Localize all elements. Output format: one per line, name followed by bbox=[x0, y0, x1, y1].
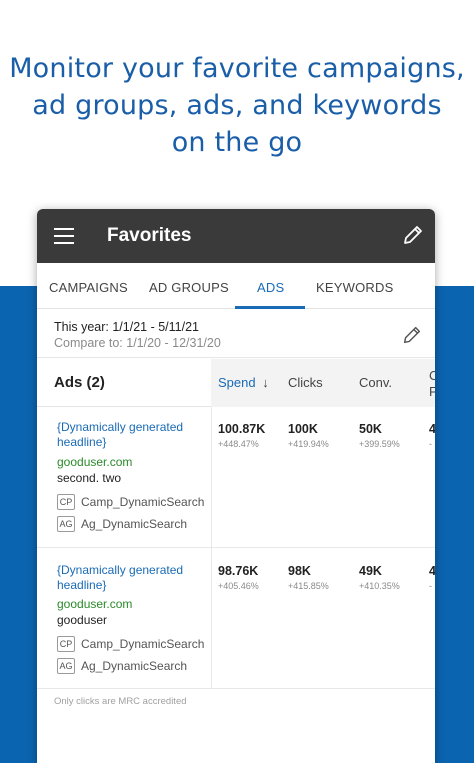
promo-line-1: Monitor your favorite campaigns, bbox=[9, 53, 465, 84]
date-range-this-year: This year: 1/1/21 - 5/11/21 bbox=[54, 320, 199, 334]
spend-value: 100.87K bbox=[218, 422, 266, 436]
column-header-conv[interactable]: Conv. bbox=[359, 375, 392, 390]
ad-description: gooduser bbox=[57, 613, 108, 627]
adgroup-tag: AG Ag_DynamicSearch bbox=[57, 516, 187, 532]
page-title: Favorites bbox=[107, 225, 192, 246]
promo-headline: Monitor your favorite campaigns, ad grou… bbox=[0, 50, 474, 161]
tab-keywords[interactable]: KEYWORDS bbox=[316, 280, 393, 295]
table-row[interactable]: {Dynamically generated headline} gooduse… bbox=[37, 548, 435, 689]
campaign-tag: CP Camp_DynamicSearch bbox=[57, 636, 204, 652]
tab-campaigns[interactable]: CAMPAIGNS bbox=[49, 280, 128, 295]
promo-line-3: on the go bbox=[171, 127, 303, 158]
clicks-value: 100K bbox=[288, 422, 318, 436]
ad-description: second. two bbox=[57, 471, 122, 485]
spend-delta: +405.46% bbox=[218, 581, 259, 591]
conv-value: 50K bbox=[359, 422, 382, 436]
spend-value: 98.76K bbox=[218, 564, 259, 578]
column-header-clicks[interactable]: Clicks bbox=[288, 375, 323, 390]
truncated-value: 4 bbox=[429, 422, 435, 436]
column-label-spend: Spend bbox=[218, 375, 256, 390]
spend-delta: +448.47% bbox=[218, 439, 259, 449]
campaign-badge-icon: CP bbox=[57, 494, 75, 510]
clicks-delta: +419.94% bbox=[288, 439, 329, 449]
adgroup-name: Ag_DynamicSearch bbox=[81, 659, 188, 673]
app-bar: Favorites bbox=[37, 209, 435, 263]
campaign-name: Camp_DynamicSearch bbox=[81, 495, 205, 509]
tab-bar: CAMPAIGNS AD GROUPS ADS KEYWORDS bbox=[37, 263, 435, 309]
tab-ads[interactable]: ADS bbox=[257, 280, 284, 295]
conv-delta: +410.35% bbox=[359, 581, 400, 591]
pencil-icon[interactable] bbox=[401, 324, 423, 346]
campaign-badge-icon: CP bbox=[57, 636, 75, 652]
campaign-name: Camp_DynamicSearch bbox=[81, 637, 205, 651]
campaign-tag: CP Camp_DynamicSearch bbox=[57, 494, 204, 510]
column-header-truncated-2: F bbox=[429, 384, 435, 399]
hamburger-menu-icon[interactable] bbox=[54, 228, 74, 244]
conv-delta: +399.59% bbox=[359, 439, 400, 449]
date-range-compare: Compare to: 1/1/20 - 12/31/20 bbox=[54, 336, 221, 350]
row-divider bbox=[211, 407, 212, 547]
column-header-truncated[interactable]: C bbox=[429, 368, 435, 383]
ad-display-url: gooduser.com bbox=[57, 597, 133, 611]
app-screen: Favorites CAMPAIGNS AD GROUPS ADS KEYWOR… bbox=[37, 209, 435, 763]
ad-display-url: gooduser.com bbox=[57, 455, 133, 469]
tab-ad-groups[interactable]: AD GROUPS bbox=[149, 280, 229, 295]
pencil-icon[interactable] bbox=[401, 223, 425, 247]
table-title: Ads (2) bbox=[54, 374, 105, 391]
adgroup-badge-icon: AG bbox=[57, 516, 75, 532]
sort-down-arrow-icon: ↓ bbox=[262, 375, 269, 390]
table-header-left: Ads (2) bbox=[37, 359, 211, 407]
date-range-bar[interactable]: This year: 1/1/21 - 5/11/21 Compare to: … bbox=[37, 310, 435, 358]
ad-headline-line-2: headline} bbox=[57, 435, 107, 449]
promo-line-2: ad groups, ads, and keywords bbox=[32, 90, 442, 121]
ad-headline[interactable]: {Dynamically generated headline} bbox=[57, 563, 207, 593]
table-row[interactable]: {Dynamically generated headline} gooduse… bbox=[37, 407, 435, 548]
adgroup-badge-icon: AG bbox=[57, 658, 75, 674]
truncated-delta: - bbox=[429, 581, 432, 591]
adgroup-tag: AG Ag_DynamicSearch bbox=[57, 658, 187, 674]
column-header-spend[interactable]: Spend ↓ bbox=[218, 375, 269, 390]
truncated-value: 4 bbox=[429, 564, 435, 578]
ad-headline-line-2: headline} bbox=[57, 578, 107, 592]
clicks-value: 98K bbox=[288, 564, 311, 578]
active-tab-indicator bbox=[235, 306, 305, 309]
adgroup-name: Ag_DynamicSearch bbox=[81, 517, 188, 531]
ad-headline-line-1: {Dynamically generated bbox=[57, 563, 184, 577]
ad-headline-line-1: {Dynamically generated bbox=[57, 420, 184, 434]
footnote: Only clicks are MRC accredited bbox=[54, 696, 187, 707]
row-divider bbox=[211, 548, 212, 688]
conv-value: 49K bbox=[359, 564, 382, 578]
clicks-delta: +415.85% bbox=[288, 581, 329, 591]
ad-headline[interactable]: {Dynamically generated headline} bbox=[57, 420, 207, 450]
truncated-delta: - bbox=[429, 439, 432, 449]
